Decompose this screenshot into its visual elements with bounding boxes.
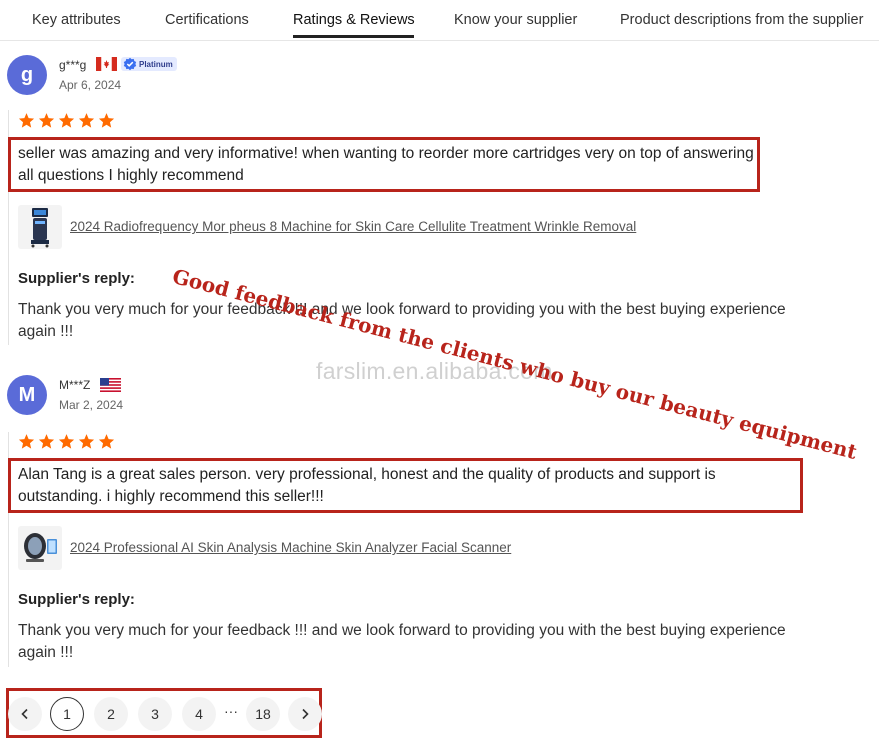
tab-key-attributes[interactable]: Key attributes — [32, 12, 121, 28]
review-date: Mar 2, 2024 — [59, 398, 124, 412]
supplier-reply-title: Supplier's reply: — [18, 591, 135, 608]
tab-bar: Key attributes Certifications Ratings & … — [0, 0, 879, 41]
tab-know-your-supplier[interactable]: Know your supplier — [454, 12, 577, 28]
star-icon — [98, 113, 115, 128]
avatar: g — [7, 55, 47, 95]
star-rating — [18, 433, 115, 450]
page-button-4[interactable]: 4 — [182, 697, 216, 731]
product-thumbnail[interactable] — [18, 526, 62, 570]
star-icon — [98, 434, 115, 449]
canada-flag-icon — [96, 57, 117, 71]
reply-divider — [8, 590, 9, 665]
review-comment: seller was amazing and very informative!… — [18, 145, 754, 184]
reply-divider — [8, 268, 9, 343]
page-button-2[interactable]: 2 — [94, 697, 128, 731]
product-thumbnail[interactable] — [18, 205, 62, 249]
star-icon — [58, 113, 75, 128]
reviewer-name: g***g — [59, 58, 87, 72]
star-icon — [38, 113, 55, 128]
star-icon — [18, 434, 35, 449]
reviewer-name: M***Z — [59, 378, 91, 392]
star-rating — [18, 112, 115, 129]
star-icon — [58, 434, 75, 449]
active-tab-indicator — [293, 35, 414, 38]
chevron-left-icon — [21, 708, 28, 720]
verified-icon — [123, 57, 137, 71]
skin-analyzer-image — [24, 533, 57, 562]
pagination-ellipsis: ··· — [224, 703, 238, 719]
star-icon — [38, 434, 55, 449]
tab-certifications[interactable]: Certifications — [165, 12, 249, 28]
page-button-3[interactable]: 3 — [138, 697, 172, 731]
product-link[interactable]: 2024 Professional AI Skin Analysis Machi… — [70, 540, 511, 555]
chevron-right-icon — [302, 708, 309, 720]
supplier-reply-text: Thank you very much for your feedback !!… — [18, 622, 786, 661]
page-button-18[interactable]: 18 — [246, 697, 280, 731]
usa-flag-icon — [100, 378, 121, 392]
platinum-badge: Platinum — [121, 57, 177, 71]
star-icon — [78, 434, 95, 449]
page-button-1[interactable]: 1 — [50, 697, 84, 731]
star-icon — [18, 113, 35, 128]
star-icon — [78, 113, 95, 128]
review-comment: Alan Tang is a great sales person. very … — [18, 466, 716, 505]
avatar: M — [7, 375, 47, 415]
review-date: Apr 6, 2024 — [59, 78, 122, 92]
tab-ratings-reviews[interactable]: Ratings & Reviews — [293, 12, 415, 28]
tab-product-descriptions[interactable]: Product descriptions from the supplier — [620, 12, 863, 28]
next-page-button[interactable] — [288, 697, 322, 731]
promo-annotation: Good feedback from the clients who buy o… — [169, 264, 860, 464]
supplier-reply-title: Supplier's reply: — [18, 270, 135, 287]
product-link[interactable]: 2024 Radiofrequency Mor pheus 8 Machine … — [70, 219, 636, 234]
rf-machine-image — [31, 208, 49, 248]
prev-page-button[interactable] — [8, 697, 42, 731]
badge-label: Platinum — [139, 59, 173, 69]
